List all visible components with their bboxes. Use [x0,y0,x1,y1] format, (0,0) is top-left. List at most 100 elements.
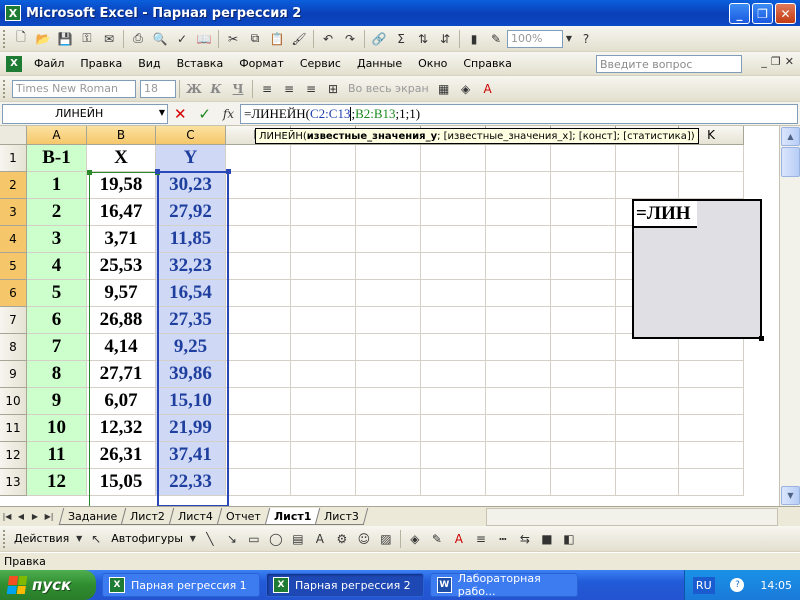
fill-handle[interactable] [759,336,764,341]
active-cell-editor[interactable]: =ЛИН [632,199,697,228]
cell[interactable]: 15,10 [156,388,226,415]
cell[interactable] [551,172,616,199]
cell[interactable] [551,388,616,415]
cell[interactable]: 10 [27,415,87,442]
cell[interactable] [291,172,356,199]
cell[interactable] [421,442,486,469]
cell[interactable]: 6,07 [87,388,156,415]
cell[interactable]: 12 [27,469,87,496]
last-sheet-icon[interactable]: ▶| [42,509,56,525]
doc-minimize-button[interactable]: _ [761,55,767,68]
insert-function-icon[interactable]: fx [223,107,234,121]
cell[interactable]: 2 [27,199,87,226]
cell[interactable] [421,253,486,280]
cell[interactable] [679,469,744,496]
format-painter-icon[interactable]: 🖌 [289,29,309,49]
hyperlink-icon[interactable]: 🔗 [369,29,389,49]
cell[interactable] [226,334,291,361]
taskbar-item-lab-doc[interactable]: W Лабораторная рабо... [430,572,578,598]
cell[interactable] [356,226,421,253]
range-y-handle[interactable] [226,169,231,174]
row-header[interactable]: 6 [0,280,27,307]
font-select[interactable]: Times New Roman [12,79,136,98]
cell[interactable] [291,145,356,172]
cell[interactable]: 26,88 [87,307,156,334]
cell[interactable]: 19,58 [87,172,156,199]
cell[interactable]: 9,57 [87,280,156,307]
clipart-icon[interactable]: ☺ [354,529,374,549]
diagram-icon[interactable]: ⚙ [332,529,352,549]
cell[interactable] [421,469,486,496]
cell[interactable]: 3 [27,226,87,253]
cell[interactable] [291,334,356,361]
column-header[interactable]: C [156,126,226,145]
range-x-handle[interactable] [87,170,92,175]
chart-wizard-icon[interactable]: ▮ [464,29,484,49]
cell[interactable] [551,226,616,253]
3d-style-icon[interactable]: ◧ [559,529,579,549]
cell[interactable] [291,307,356,334]
cell[interactable] [616,388,679,415]
cell[interactable] [291,253,356,280]
language-indicator[interactable]: RU [692,576,715,594]
sheet-tab[interactable]: Отчет [216,508,271,525]
draw-actions-menu[interactable]: Действия [10,532,73,545]
cell[interactable] [486,361,551,388]
row-header[interactable]: 13 [0,469,27,496]
cell[interactable] [291,280,356,307]
vertical-scrollbar[interactable]: ▲ ▼ [779,126,800,506]
menu-help[interactable]: Справка [455,57,519,70]
scroll-up-icon[interactable]: ▲ [781,127,800,146]
row-header[interactable]: 1 [0,145,27,172]
toolbar-grip[interactable] [3,529,7,548]
cell[interactable]: 30,23 [156,172,226,199]
cell[interactable]: 27,71 [87,361,156,388]
cell[interactable]: Y [156,145,226,172]
cell[interactable] [679,442,744,469]
menu-edit[interactable]: Правка [72,57,130,70]
tooltip-other-args[interactable]: ; [известные_значения_x]; [конст]; [стат… [437,131,695,142]
cell[interactable]: 26,31 [87,442,156,469]
align-center-icon[interactable]: ≡ [279,79,299,99]
zoom-select[interactable]: 100% [507,29,563,48]
cell[interactable] [679,361,744,388]
cell[interactable] [486,199,551,226]
arrow-icon[interactable]: ↘ [222,529,242,549]
scroll-down-icon[interactable]: ▼ [781,486,800,505]
cell[interactable] [356,388,421,415]
cell[interactable]: 12,32 [87,415,156,442]
cell[interactable] [291,226,356,253]
line-style-icon[interactable]: ≡ [471,529,491,549]
cell[interactable] [356,361,421,388]
menu-insert[interactable]: Вставка [169,57,232,70]
cell[interactable] [291,442,356,469]
research-icon[interactable]: 📖 [194,29,214,49]
row-header[interactable]: 11 [0,415,27,442]
cell[interactable]: 4 [27,253,87,280]
first-sheet-icon[interactable]: |◀ [0,509,14,525]
cell[interactable] [679,388,744,415]
menu-window[interactable]: Окно [410,57,455,70]
tooltip-function[interactable]: ЛИНЕЙН( [259,131,307,142]
sheet-tab[interactable]: Лист1 [264,508,321,525]
cell[interactable] [421,361,486,388]
line-color-icon[interactable]: ✎ [427,529,447,549]
select-all-button[interactable] [0,126,27,145]
help-icon[interactable]: ? [730,578,745,592]
cell[interactable] [551,334,616,361]
cell[interactable] [356,172,421,199]
cell[interactable] [291,388,356,415]
cell[interactable]: 21,99 [156,415,226,442]
row-header[interactable]: 9 [0,361,27,388]
formula-input[interactable]: =ЛИНЕЙН(C2:C13; B2:B13 ;1;1) [240,103,798,124]
cell[interactable] [486,469,551,496]
cell[interactable] [486,226,551,253]
spelling-icon[interactable]: ✓ [172,29,192,49]
row-header[interactable]: 4 [0,226,27,253]
sort-ascending-icon[interactable]: ⇅ [413,29,433,49]
align-left-icon[interactable]: ≡ [257,79,277,99]
cell[interactable] [616,415,679,442]
cell[interactable] [226,226,291,253]
name-box[interactable]: ЛИНЕЙН ▼ [2,103,168,124]
cell[interactable]: 39,86 [156,361,226,388]
